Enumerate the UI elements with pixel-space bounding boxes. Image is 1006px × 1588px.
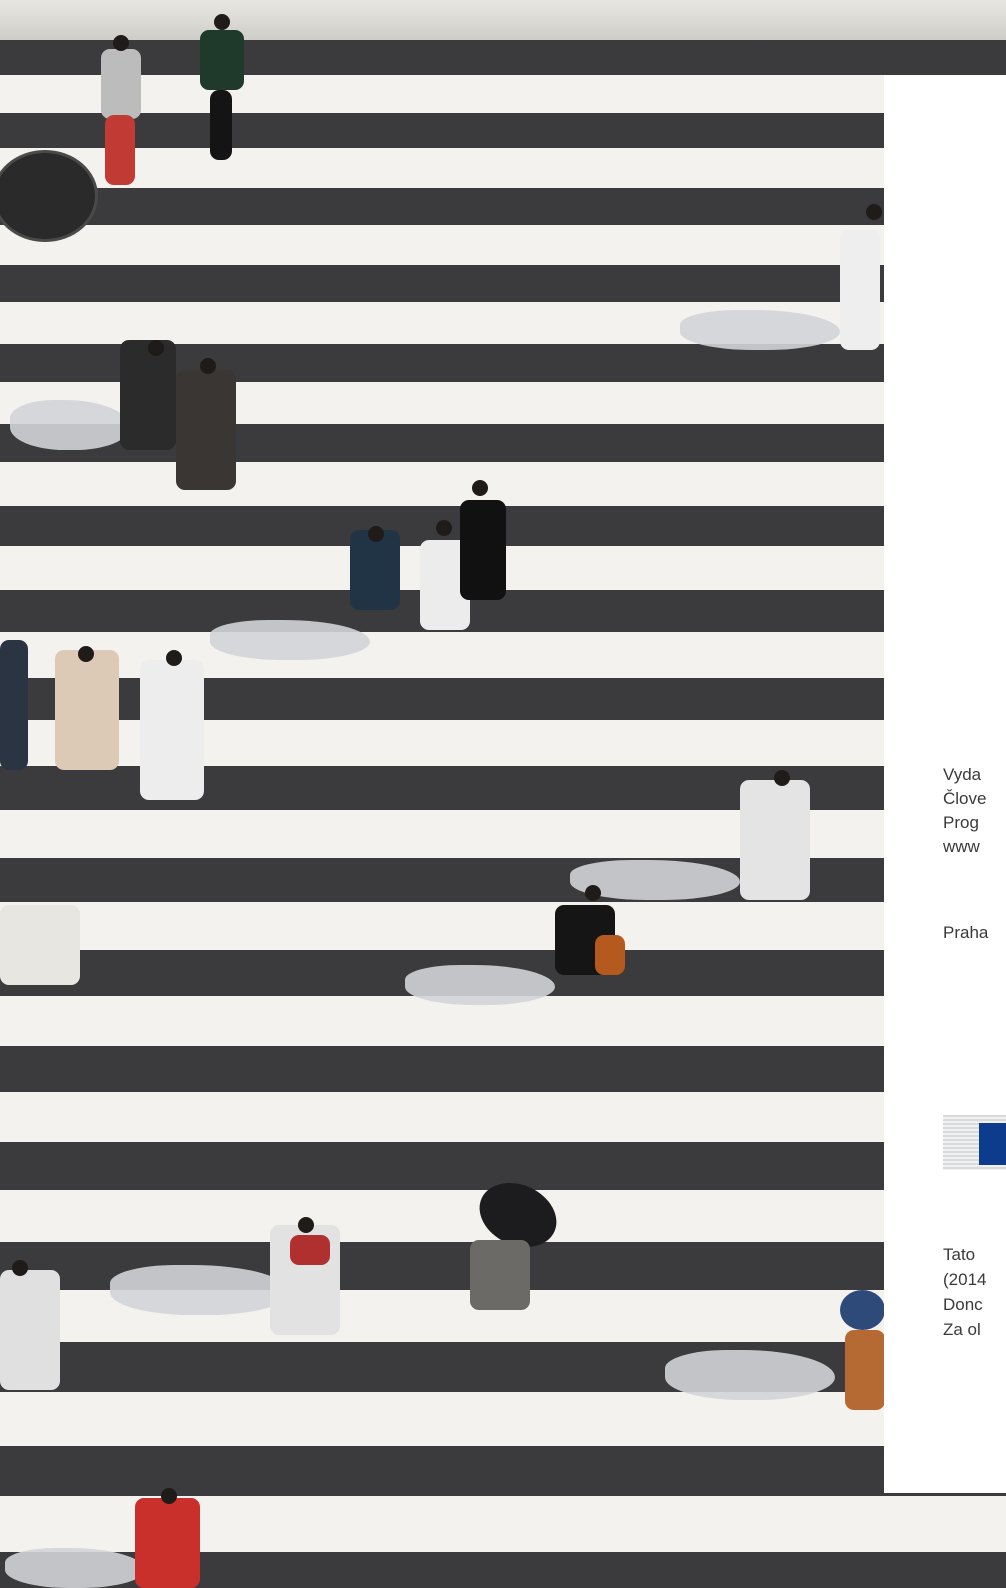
colophon-line: Člove [943,789,987,808]
colophon-line: Vyda [943,765,982,784]
colophon-panel: Vyda Člove Prog www Praha Tato (2014 Don… [884,75,1006,1493]
colophon-line: Donc [943,1295,983,1314]
colophon-line: (2014 [943,1270,987,1289]
crosswalk-stripe [0,75,1006,113]
crosswalk-stripe [0,810,1006,858]
crosswalk-stripe [0,902,1006,950]
crosswalk-stripe [0,1092,1006,1142]
colophon-line: Tato [943,1245,976,1264]
crosswalk-stripe [0,462,1006,506]
sidewalk [0,0,1006,40]
colophon-line: www [943,837,980,856]
cover-photo [0,0,1006,1588]
eu-logo [943,1115,1006,1170]
colophon-line: Prog [943,813,979,832]
colophon-line: Za ol [943,1320,981,1339]
eu-flag-icon [979,1123,1006,1165]
crosswalk-stripe [0,148,1006,188]
colophon-place: Praha [943,923,989,942]
